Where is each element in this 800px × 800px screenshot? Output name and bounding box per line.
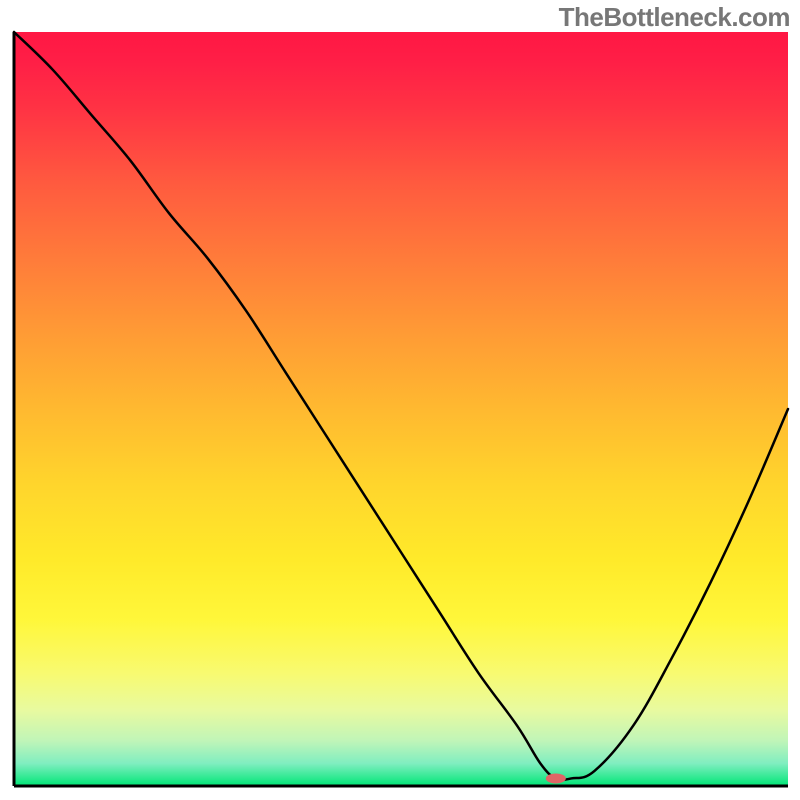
- plot-background: [14, 32, 788, 786]
- chart-svg: [0, 0, 800, 800]
- watermark-text: TheBottleneck.com: [559, 2, 790, 33]
- optimum-marker: [546, 773, 566, 783]
- bottleneck-chart: TheBottleneck.com: [0, 0, 800, 800]
